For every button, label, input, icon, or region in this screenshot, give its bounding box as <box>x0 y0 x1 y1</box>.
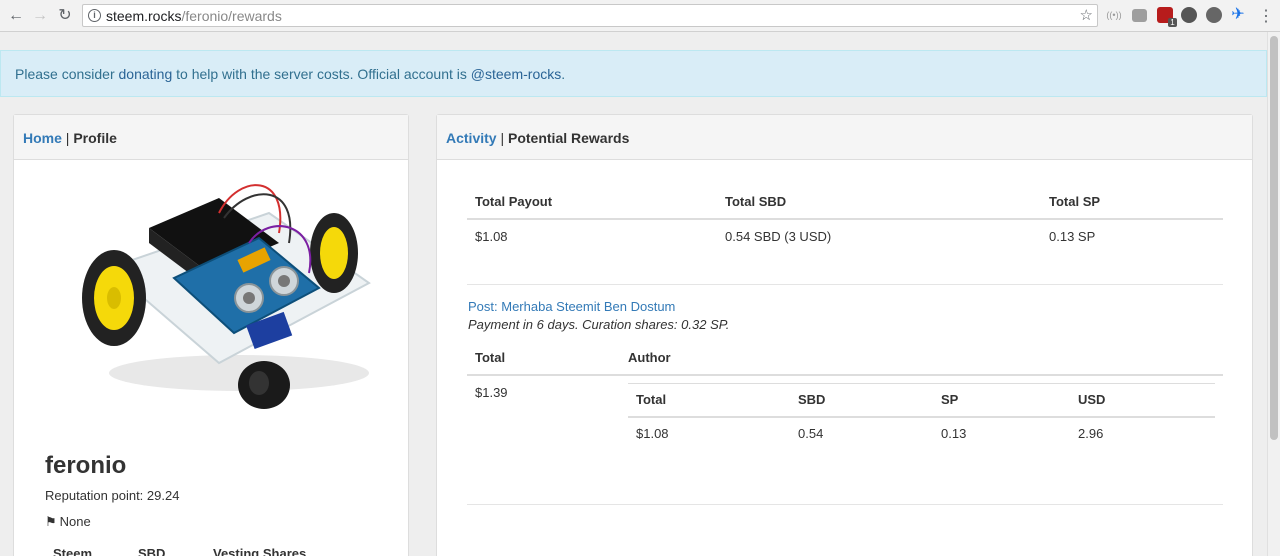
total-payout-value: $1.08 <box>475 228 508 244</box>
column-header-total: Total <box>628 383 790 418</box>
total-sp-value: 0.13 SP <box>1049 228 1096 244</box>
alert-prefix: Please consider <box>15 66 119 82</box>
author-sp-value: 0.13 <box>941 425 967 441</box>
breadcrumb-activity-link[interactable]: Activity <box>446 130 497 146</box>
rewards-panel: Activity | Potential Rewards Total Payou… <box>436 114 1253 556</box>
official-account-link[interactable]: @steem-rocks <box>471 66 561 82</box>
scrollbar-thumb[interactable] <box>1270 36 1278 440</box>
breadcrumb-potential-rewards: Potential Rewards <box>508 130 630 146</box>
author-usd-value: 2.96 <box>1078 425 1104 441</box>
total-sbd-value: 0.54 SBD (3 USD) <box>725 228 832 244</box>
column-header-sp: SP <box>933 383 1070 418</box>
divider <box>467 284 1223 285</box>
bookmark-star-icon[interactable]: ☆ <box>1080 6 1093 24</box>
profile-panel: Home | Profile feronio Reputation point: <box>13 114 409 556</box>
profile-location: ⚑ None <box>45 514 91 530</box>
alert-middle: to help with the server costs. Official … <box>172 66 471 82</box>
breadcrumb-home-link[interactable]: Home <box>23 130 62 146</box>
reload-icon[interactable]: ↻ <box>55 6 75 26</box>
column-header-total-sp: Total SP <box>1041 185 1223 220</box>
url-text[interactable]: steem.rocks/feronio/rewards <box>106 8 282 24</box>
forward-arrow-icon[interactable]: → <box>30 6 50 26</box>
wallet-table-header: Steem SBD Vesting Shares <box>53 546 306 556</box>
column-header-total-sbd: Total SBD <box>717 185 1041 220</box>
table-row: $1.08 0.54 SBD (3 USD) 0.13 SP <box>467 219 1223 252</box>
column-header-vesting-shares: Vesting Shares <box>213 546 307 556</box>
info-icon[interactable]: i <box>88 9 101 22</box>
column-header-total-payout: Total Payout <box>467 185 717 220</box>
browser-menu-icon[interactable]: ⋮ <box>1258 6 1274 26</box>
breadcrumb-separator: | <box>61 130 74 146</box>
column-header-sbd: SBD <box>138 546 166 556</box>
page-scrollbar[interactable] <box>1267 32 1280 556</box>
post-payment-meta: Payment in 6 days. Curation shares: 0.32… <box>468 317 730 332</box>
circle-extension-icon[interactable] <box>1181 7 1197 23</box>
ghost-extension-icon[interactable] <box>1206 7 1222 23</box>
alert-suffix: . <box>561 66 566 82</box>
author-rewards-table: Total SBD SP USD $1.08 0.54 0.13 2.96 <box>628 383 1215 449</box>
profile-breadcrumb: Home | Profile <box>14 115 408 160</box>
shield-extension-icon[interactable]: 1 <box>1157 7 1177 27</box>
author-sbd-value: 0.54 <box>798 425 824 441</box>
url-host: steem.rocks <box>106 8 182 24</box>
reputation-points: Reputation point: 29.24 <box>45 488 180 503</box>
divider <box>467 504 1223 505</box>
breadcrumb-profile: Profile <box>73 130 117 146</box>
browser-toolbar: ← → ↻ i steem.rocks/feronio/rewards ☆ ((… <box>0 0 1280 32</box>
address-bar[interactable]: i steem.rocks/feronio/rewards ☆ <box>82 4 1098 27</box>
camera-extension-icon[interactable] <box>1132 9 1147 22</box>
broadcast-extension-icon[interactable]: ((•)) <box>1106 7 1122 23</box>
author-total-value: $1.08 <box>636 425 669 441</box>
donate-link[interactable]: donating <box>119 66 173 82</box>
column-header-usd: USD <box>1070 383 1215 418</box>
column-header-total: Total <box>467 341 620 376</box>
rewards-summary-table: Total Payout Total SBD Total SP $1.08 0.… <box>467 185 1223 252</box>
post-link[interactable]: Post: Merhaba Steemit Ben Dostum <box>468 299 675 314</box>
map-marker-icon: ⚑ <box>45 514 57 529</box>
profile-avatar-robot-image <box>82 184 371 409</box>
location-text: None <box>59 514 91 529</box>
profile-name: feronio <box>45 452 127 479</box>
extension-badge: 1 <box>1168 18 1177 27</box>
table-row: $1.08 0.54 0.13 2.96 <box>628 417 1215 449</box>
column-header-sbd: SBD <box>790 383 933 418</box>
post-total-value: $1.39 <box>475 385 508 400</box>
plane-extension-icon[interactable]: ✈ <box>1230 7 1246 23</box>
donation-alert: Please consider donating to help with th… <box>0 50 1267 97</box>
column-header-author: Author <box>620 341 1223 376</box>
table-header-row: Total SBD SP USD <box>628 383 1215 418</box>
column-header-steem: Steem <box>53 546 93 556</box>
table-header-row: Total Payout Total SBD Total SP <box>467 185 1223 220</box>
url-path: /feronio/rewards <box>181 8 282 24</box>
table-header-row: Total Author <box>467 341 1223 376</box>
rewards-breadcrumb: Activity | Potential Rewards <box>437 115 1252 160</box>
breadcrumb-separator: | <box>496 130 508 146</box>
back-arrow-icon[interactable]: ← <box>6 6 26 26</box>
